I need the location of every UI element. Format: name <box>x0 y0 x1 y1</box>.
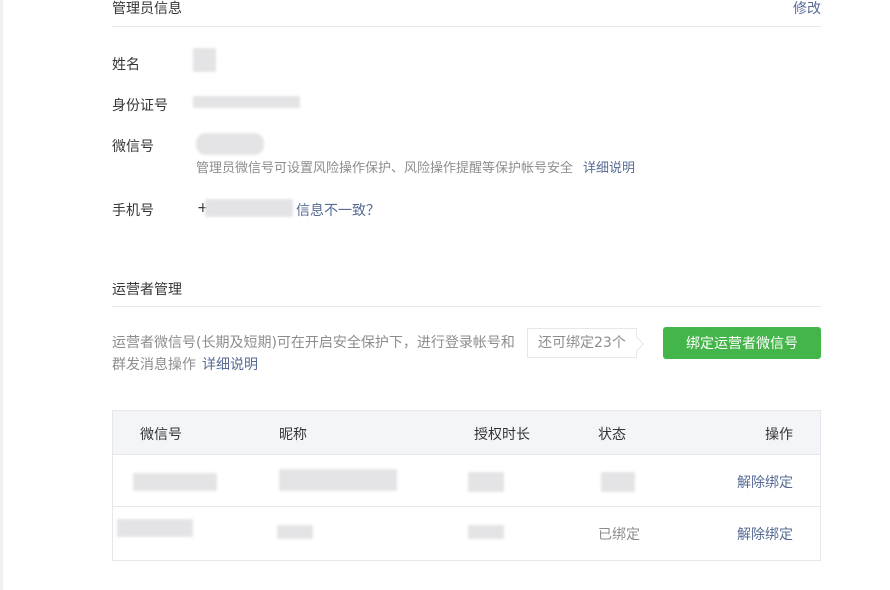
table-row: 解除绑定 <box>113 455 820 507</box>
row-duration-redacted <box>468 525 504 539</box>
row-wechat-id-redacted <box>117 519 193 537</box>
operator-description: 运营者微信号(长期及短期)可在开启安全保护下，进行登录帐号和群发消息操作 详细说明 <box>112 332 522 376</box>
header-auth-duration: 授权时长 <box>474 427 530 443</box>
operator-detail-link[interactable]: 详细说明 <box>202 357 258 373</box>
wechat-id-detail-link[interactable]: 详细说明 <box>583 161 635 176</box>
phone-mismatch-link[interactable]: 信息不一致？ <box>296 200 380 220</box>
admin-info-title: 管理员信息 <box>112 1 182 17</box>
table-row: 已绑定 解除绑定 <box>113 507 820 560</box>
name-value-redacted <box>193 48 216 72</box>
name-label: 姓名 <box>112 57 140 73</box>
row-wechat-id-redacted <box>133 473 217 491</box>
wechat-id-tip-text: 管理员微信号可设置风险操作保护、风险操作提醒等保护帐号安全 <box>196 161 574 176</box>
operator-management-title: 运营者管理 <box>112 282 182 298</box>
header-status: 状态 <box>598 427 626 443</box>
wechat-id-label: 微信号 <box>112 139 154 155</box>
header-action: 操作 <box>765 427 793 443</box>
operator-description-text: 运营者微信号(长期及短期)可在开启安全保护下，进行登录帐号和群发消息操作 <box>112 335 515 373</box>
table-header: 微信号 昵称 授权时长 状态 操作 <box>113 411 820 455</box>
edit-admin-link[interactable]: 修改 <box>793 0 821 18</box>
page-left-border <box>0 0 3 590</box>
row-nickname-redacted <box>277 525 313 539</box>
header-wechat-id: 微信号 <box>140 427 182 443</box>
operator-management-divider <box>112 306 821 307</box>
phone-value-redacted <box>205 199 293 217</box>
wechat-id-value-redacted <box>196 133 264 155</box>
phone-label: 手机号 <box>112 203 154 219</box>
row-status: 已绑定 <box>598 527 640 543</box>
bind-operator-button[interactable]: 绑定运营者微信号 <box>663 327 821 359</box>
remaining-bind-count: 还可绑定23个 <box>527 328 637 358</box>
id-number-label: 身份证号 <box>112 98 168 114</box>
header-nickname: 昵称 <box>279 427 307 443</box>
operator-table: 微信号 昵称 授权时长 状态 操作 解除绑定 已绑定 解除绑定 <box>112 410 821 561</box>
row-duration-redacted <box>468 472 504 492</box>
id-number-value-redacted <box>193 96 300 108</box>
row-nickname-redacted <box>279 469 397 491</box>
wechat-id-tip: 管理员微信号可设置风险操作保护、风险操作提醒等保护帐号安全 详细说明 <box>196 157 635 176</box>
row-status-redacted <box>601 472 635 492</box>
unbind-button[interactable]: 解除绑定 <box>737 524 793 544</box>
admin-info-divider <box>112 26 821 27</box>
unbind-button[interactable]: 解除绑定 <box>737 472 793 492</box>
